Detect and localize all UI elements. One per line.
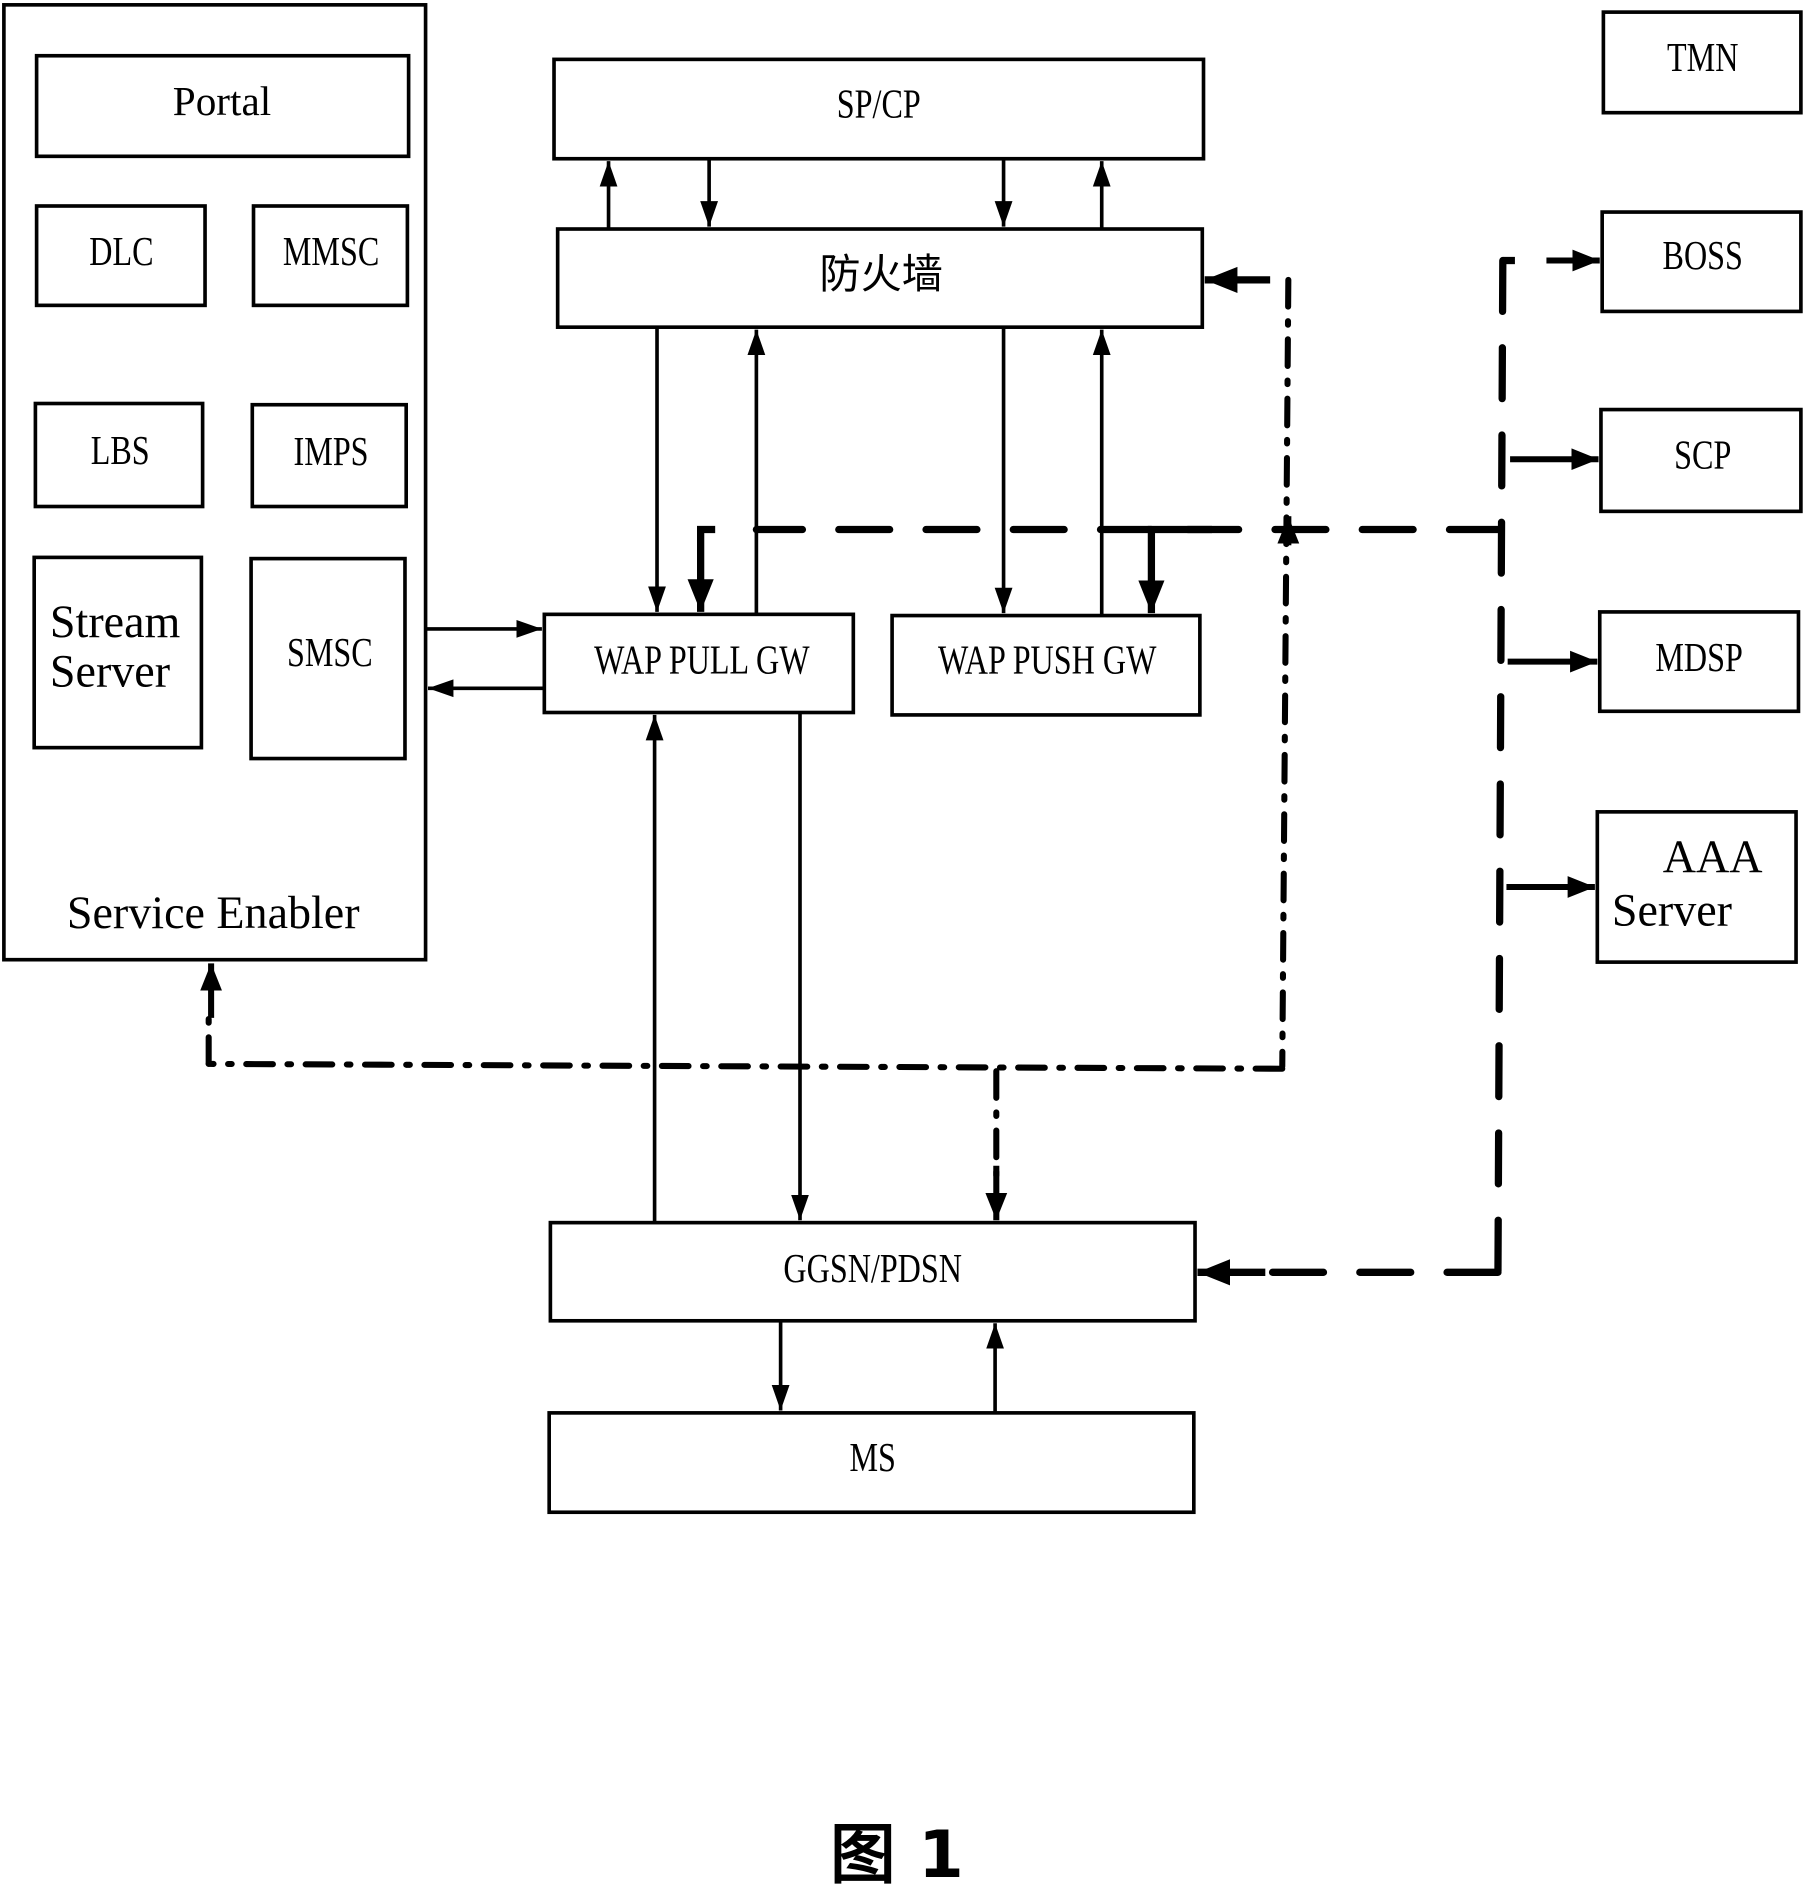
smsc-node[interactable]: SMSC: [249, 556, 407, 761]
smsc-label: SMSC: [287, 629, 373, 675]
mdsp-label: MDSP: [1655, 634, 1743, 680]
mmsc-node[interactable]: MMSC: [251, 204, 410, 308]
service-enabler-title: Service Enabler: [67, 887, 360, 938]
tmn-label: TMN: [1667, 34, 1738, 80]
wap-push-gw-node[interactable]: WAP PUSH GW: [890, 613, 1202, 717]
portal-label: Portal: [173, 78, 271, 124]
dashed-branch-to-wap-push: [1138, 525, 1212, 614]
lbs-label: LBS: [91, 427, 150, 473]
ggsn-pdsn-label: GGSN/PDSN: [783, 1245, 962, 1291]
dashdot-vertical-right: [1279, 276, 1292, 1070]
dashed-trunk-vertical: [1494, 256, 1507, 1276]
dlc-label: DLC: [89, 228, 153, 274]
aaa-server-node[interactable]: AAA Server: [1595, 810, 1798, 964]
wap-push-gw-label: WAP PUSH GW: [938, 637, 1156, 683]
dlc-node[interactable]: DLC: [34, 204, 207, 308]
spcp-label: SP/CP: [837, 81, 921, 127]
mmsc-label: MMSC: [283, 228, 379, 274]
wap-pull-gw-node[interactable]: WAP PULL GW: [542, 612, 856, 715]
stream-server-label-line1: Stream: [50, 596, 181, 647]
boss-node[interactable]: BOSS: [1600, 210, 1803, 314]
firewall-node[interactable]: 防火墙: [555, 227, 1205, 329]
aaa-server-label-line2: Server: [1612, 884, 1732, 935]
ms-label: MS: [849, 1434, 895, 1480]
firewall-label: 防火墙: [819, 251, 943, 297]
spcp-node[interactable]: SP/CP: [552, 57, 1206, 161]
ms-node[interactable]: MS: [547, 1411, 1196, 1515]
wap-pull-gw-label: WAP PULL GW: [594, 637, 809, 683]
ggsn-pdsn-node[interactable]: GGSN/PDSN: [548, 1220, 1197, 1323]
imps-label: IMPS: [294, 428, 369, 474]
stream-server-label-line2: Server: [50, 646, 170, 697]
dashed-connectors: [687, 249, 1600, 1286]
dashdot-horizontal-bottom: [205, 1060, 1286, 1072]
scp-node[interactable]: SCP: [1599, 407, 1803, 514]
figure-caption: 图 1: [830, 1817, 964, 1893]
aaa-server-label-line1: AAA: [1663, 831, 1763, 882]
portal-node[interactable]: Portal: [34, 53, 411, 159]
boss-label: BOSS: [1663, 232, 1743, 278]
dashed-branch-to-wap-pull: [687, 525, 716, 612]
network-architecture-diagram: Portal DLC MMSC LBS IMPS Stream Server S…: [2, 3, 1803, 1893]
tmn-node[interactable]: TMN: [1601, 10, 1803, 115]
stream-server-node[interactable]: Stream Server: [32, 555, 204, 750]
imps-node[interactable]: IMPS: [250, 402, 409, 509]
lbs-node[interactable]: LBS: [33, 401, 205, 509]
scp-label: SCP: [1674, 432, 1731, 478]
mdsp-node[interactable]: MDSP: [1597, 610, 1801, 714]
service-enabler-group: Portal DLC MMSC LBS IMPS Stream Server S…: [2, 3, 428, 962]
